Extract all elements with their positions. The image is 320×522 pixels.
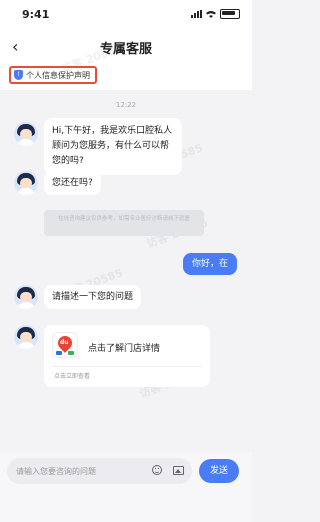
image-icon[interactable] [173,466,184,475]
privacy-bar: ! 个人信息保护声明 [0,62,252,90]
card-title: 点击了解门店详情 [88,344,161,354]
agent-avatar[interactable] [14,171,38,195]
shield-icon: ! [14,70,23,80]
status-time: 9:41 [22,8,50,21]
status-bar: 9:41 [0,0,252,30]
chat-timestamp: 12:22 [115,101,137,109]
emoji-icon[interactable] [152,465,162,475]
message-input[interactable] [7,458,192,484]
map-pin-icon: du [52,332,78,358]
agent-avatar[interactable] [14,325,38,349]
wifi-icon [206,11,216,18]
privacy-label: 个人信息保护声明 [26,70,90,80]
status-icons [191,9,240,19]
agent-avatar[interactable] [14,122,38,146]
card-footer-link[interactable]: 点击立即查看 [54,371,90,380]
nav-bar: ‹ 专属客服 [0,30,252,62]
store-details-card[interactable]: du 点击了解门店详情 点击立即查看 [44,325,210,387]
agent-message-bubble: Hi,下午好，我是欢乐口腔私人顾问为您服务，有什么可以帮您的吗? [44,118,182,175]
battery-icon [220,9,240,19]
send-button[interactable]: 发送 [199,459,239,483]
system-notice: 在线咨询建议仅供参考，如需专业医疗诊断请线下就医 [44,210,204,236]
agent-message-bubble: 您还在吗? [44,171,101,195]
card-divider [52,366,202,367]
agent-avatar[interactable] [14,285,38,309]
user-message-bubble: 你好，在 [182,253,237,275]
signal-icon [191,10,202,18]
agent-message-bubble: 请描述一下您的问题 [44,285,142,309]
page-title: 专属客服 [99,42,152,57]
input-bar: 发送 [0,452,252,522]
